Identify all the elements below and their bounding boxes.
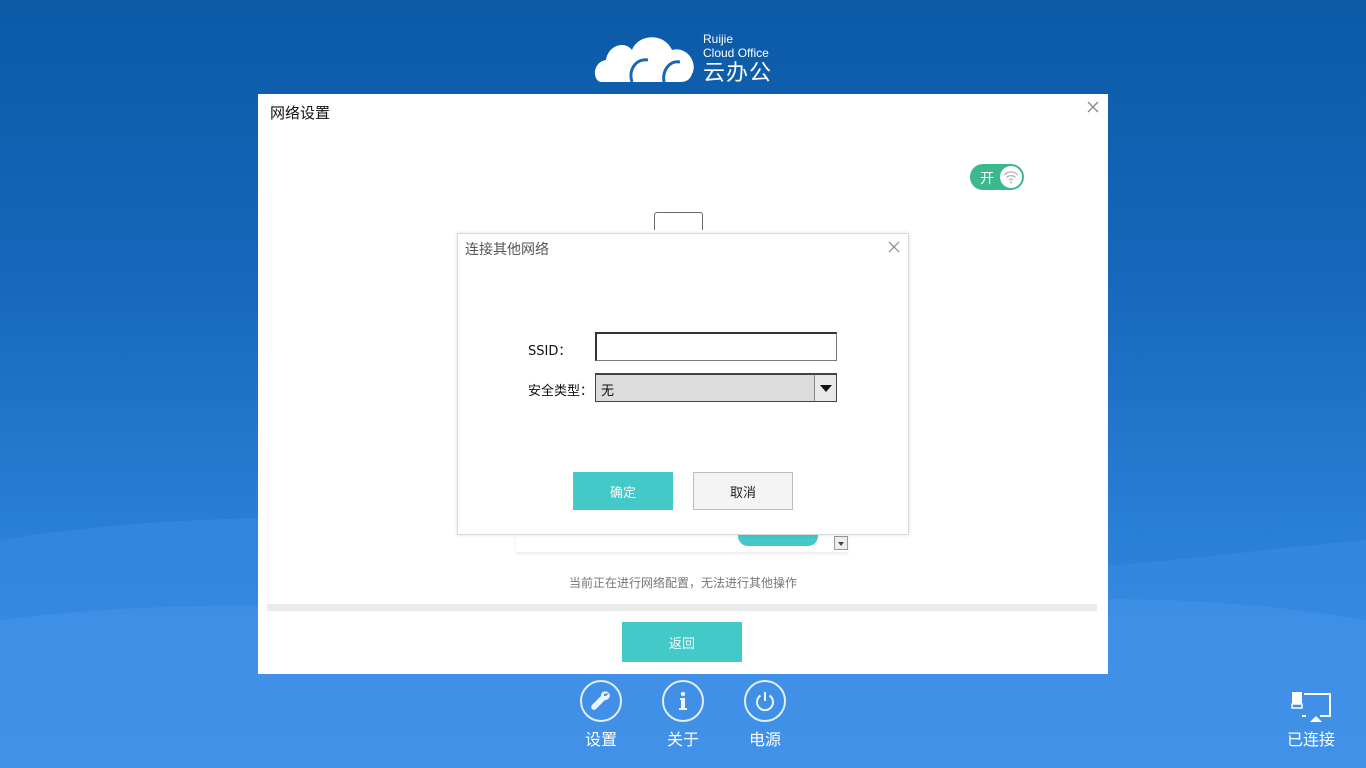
ssid-label: SSID： (528, 344, 572, 359)
ruijie-cloud-office-logo: Ruijie Cloud Office 云办公 (592, 30, 782, 88)
sub-dialog-title: 连接其他网络 (465, 242, 549, 258)
dialog-title: 网络设置 (270, 104, 331, 122)
back-button[interactable]: 返回 (622, 622, 742, 662)
logo-product-cn: 云办公 (703, 61, 773, 86)
logo-product: Cloud Office (703, 46, 769, 60)
dropdown-arrow-icon[interactable] (814, 375, 836, 401)
divider (267, 604, 1097, 611)
wifi-toggle-label: 开 (980, 171, 994, 187)
close-icon[interactable] (886, 239, 902, 255)
network-list-row (516, 534, 848, 552)
wrench-icon (591, 691, 610, 710)
connection-status-label: 已连接 (1286, 730, 1335, 749)
ssid-input[interactable] (595, 332, 837, 361)
info-icon (679, 691, 687, 710)
power-button[interactable]: 电源 (735, 680, 795, 750)
confirm-button[interactable]: 确定 (573, 472, 673, 510)
connect-other-network-dialog: 连接其他网络 SSID： 安全类型： 无 确定 取消 (457, 233, 909, 535)
connection-status[interactable]: 已连接 (1278, 690, 1344, 750)
about-label: 关于 (666, 730, 699, 749)
scroll-down-arrow-icon[interactable] (834, 536, 848, 550)
wifi-toggle[interactable]: 开 (970, 164, 1024, 190)
logo-brand: Ruijie (703, 32, 734, 46)
wifi-icon (1003, 171, 1019, 184)
cancel-button[interactable]: 取消 (693, 472, 793, 510)
power-label: 电源 (748, 730, 781, 749)
connect-button-partial[interactable] (738, 534, 818, 546)
network-icon-frame (654, 212, 703, 230)
security-type-label: 安全类型： (528, 384, 594, 399)
security-type-value: 无 (601, 384, 615, 399)
settings-button[interactable]: 设置 (571, 680, 631, 750)
settings-label: 设置 (584, 730, 617, 749)
status-message: 当前正在进行网络配置，无法进行其他操作 (568, 576, 797, 590)
close-icon[interactable] (1084, 98, 1102, 116)
about-button[interactable]: 关于 (653, 680, 713, 750)
screen-cast-icon (1291, 692, 1331, 722)
toggle-knob (1000, 166, 1022, 188)
cloud-logo-icon (594, 37, 694, 83)
security-type-select[interactable]: 无 (595, 373, 837, 402)
power-icon (756, 692, 774, 712)
